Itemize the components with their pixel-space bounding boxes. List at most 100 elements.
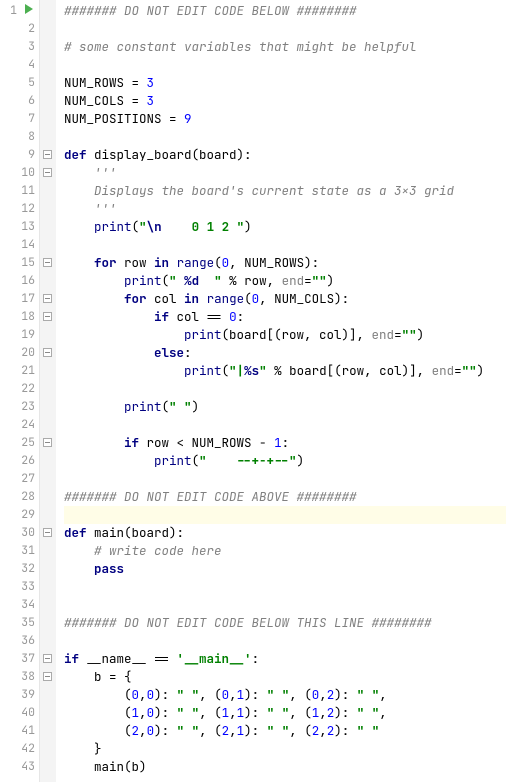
fold-cell[interactable] xyxy=(40,578,56,596)
code-line[interactable]: NUM_ROWS = 3 xyxy=(64,74,506,92)
fold-gutter[interactable] xyxy=(40,0,56,782)
line-number[interactable]: 11 xyxy=(0,182,39,200)
line-number[interactable]: 16 xyxy=(0,272,39,290)
fold-cell[interactable] xyxy=(40,434,56,452)
code-line[interactable]: # write code here xyxy=(64,542,506,560)
code-line[interactable]: print(" %d " % row, end="") xyxy=(64,272,506,290)
fold-cell[interactable] xyxy=(40,110,56,128)
code-line[interactable]: main(b) xyxy=(64,758,506,776)
line-number[interactable]: 22 xyxy=(0,380,39,398)
fold-cell[interactable] xyxy=(40,560,56,578)
code-line[interactable]: def main(board): xyxy=(64,524,506,542)
code-line[interactable] xyxy=(64,578,506,596)
fold-collapse-icon[interactable] xyxy=(43,438,52,447)
line-number[interactable]: 6 xyxy=(0,92,39,110)
line-number[interactable] xyxy=(0,2,39,20)
fold-cell[interactable] xyxy=(40,524,56,542)
fold-cell[interactable] xyxy=(40,362,56,380)
code-line[interactable]: print("|%s" % board[(row, col)], end="") xyxy=(64,362,506,380)
fold-cell[interactable] xyxy=(40,632,56,650)
line-number[interactable]: 8 xyxy=(0,128,39,146)
code-line[interactable]: def display_board(board): xyxy=(64,146,506,164)
fold-cell[interactable] xyxy=(40,218,56,236)
code-line[interactable]: pass xyxy=(64,560,506,578)
code-line[interactable]: for col in range(0, NUM_COLS): xyxy=(64,290,506,308)
line-number[interactable]: 28 xyxy=(0,488,39,506)
code-line[interactable]: (1,0): " ", (1,1): " ", (1,2): " ", xyxy=(64,704,506,722)
code-line[interactable]: ####### DO NOT EDIT CODE BELOW THIS LINE… xyxy=(64,614,506,632)
line-number[interactable]: 38 xyxy=(0,668,39,686)
line-number[interactable]: 41 xyxy=(0,722,39,740)
line-number[interactable]: 13 xyxy=(0,218,39,236)
line-number[interactable]: 27 xyxy=(0,470,39,488)
fold-cell[interactable] xyxy=(40,452,56,470)
fold-cell[interactable] xyxy=(40,416,56,434)
fold-cell[interactable] xyxy=(40,182,56,200)
fold-collapse-icon[interactable] xyxy=(43,150,52,159)
line-number[interactable]: 18 xyxy=(0,308,39,326)
code-line[interactable] xyxy=(64,470,506,488)
code-line[interactable]: # some constant variables that might be … xyxy=(64,38,506,56)
line-number[interactable]: 30 xyxy=(0,524,39,542)
line-number[interactable]: 19 xyxy=(0,326,39,344)
code-line[interactable]: for row in range(0, NUM_ROWS): xyxy=(64,254,506,272)
line-number[interactable]: 15 xyxy=(0,254,39,272)
code-line[interactable]: print(board[(row, col)], end="") xyxy=(64,326,506,344)
line-number[interactable]: 14 xyxy=(0,236,39,254)
fold-cell[interactable] xyxy=(40,92,56,110)
line-number[interactable]: 36 xyxy=(0,632,39,650)
fold-cell[interactable] xyxy=(40,380,56,398)
code-line[interactable] xyxy=(64,506,506,524)
fold-collapse-icon[interactable] xyxy=(43,672,52,681)
line-number[interactable]: 5 xyxy=(0,74,39,92)
code-line[interactable]: } xyxy=(64,740,506,758)
code-editor[interactable]: 2345678910111213141516171819202122232425… xyxy=(0,0,506,782)
code-line[interactable]: ####### DO NOT EDIT CODE BELOW ######## xyxy=(64,2,506,20)
run-icon[interactable] xyxy=(25,4,33,14)
fold-cell[interactable] xyxy=(40,470,56,488)
code-line[interactable]: ''' xyxy=(64,164,506,182)
fold-cell[interactable] xyxy=(40,20,56,38)
line-number[interactable]: 40 xyxy=(0,704,39,722)
code-line[interactable] xyxy=(64,632,506,650)
code-line[interactable]: print(" ") xyxy=(64,398,506,416)
fold-cell[interactable] xyxy=(40,308,56,326)
line-number[interactable]: 7 xyxy=(0,110,39,128)
fold-cell[interactable] xyxy=(40,344,56,362)
code-line[interactable]: if col == 0: xyxy=(64,308,506,326)
fold-cell[interactable] xyxy=(40,326,56,344)
fold-cell[interactable] xyxy=(40,650,56,668)
code-line[interactable]: if row < NUM_ROWS - 1: xyxy=(64,434,506,452)
fold-collapse-icon[interactable] xyxy=(43,294,52,303)
line-number[interactable]: 10 xyxy=(0,164,39,182)
line-number[interactable]: 43 xyxy=(0,758,39,776)
fold-collapse-icon[interactable] xyxy=(43,654,52,663)
code-line[interactable] xyxy=(64,416,506,434)
fold-cell[interactable] xyxy=(40,128,56,146)
code-line[interactable] xyxy=(64,20,506,38)
line-number[interactable]: 33 xyxy=(0,578,39,596)
code-line[interactable]: (2,0): " ", (2,1): " ", (2,2): " " xyxy=(64,722,506,740)
fold-cell[interactable] xyxy=(40,272,56,290)
code-line[interactable]: print(" --+-+--") xyxy=(64,452,506,470)
line-number[interactable]: 35 xyxy=(0,614,39,632)
line-number[interactable]: 26 xyxy=(0,452,39,470)
fold-cell[interactable] xyxy=(40,596,56,614)
fold-cell[interactable] xyxy=(40,758,56,776)
fold-collapse-icon[interactable] xyxy=(43,258,52,267)
fold-cell[interactable] xyxy=(40,740,56,758)
fold-cell[interactable] xyxy=(40,722,56,740)
code-line[interactable] xyxy=(64,56,506,74)
line-number[interactable]: 31 xyxy=(0,542,39,560)
line-number[interactable]: 12 xyxy=(0,200,39,218)
code-line[interactable]: b = { xyxy=(64,668,506,686)
code-line[interactable]: if __name__ == '__main__': xyxy=(64,650,506,668)
code-line[interactable]: (0,0): " ", (0,1): " ", (0,2): " ", xyxy=(64,686,506,704)
fold-cell[interactable] xyxy=(40,74,56,92)
fold-collapse-icon[interactable] xyxy=(43,168,52,177)
fold-cell[interactable] xyxy=(40,614,56,632)
code-line[interactable]: else: xyxy=(64,344,506,362)
fold-collapse-icon[interactable] xyxy=(43,312,52,321)
code-line[interactable]: NUM_POSITIONS = 9 xyxy=(64,110,506,128)
fold-cell[interactable] xyxy=(40,2,56,20)
